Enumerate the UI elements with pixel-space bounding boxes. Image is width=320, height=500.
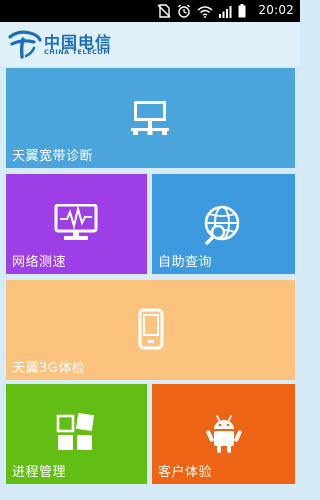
status-time: 20:02 — [258, 3, 294, 17]
status-icons — [157, 3, 246, 19]
battery-icon — [238, 4, 246, 18]
tile-label: 进程管理 — [12, 465, 67, 480]
tile-broadband-diagnosis[interactable]: 天翼宽带诊断 — [6, 68, 295, 168]
china-telecom-logo: 中国电信 CHINA TELECOM — [8, 29, 118, 59]
phone-icon — [138, 308, 164, 350]
windows-icon — [56, 412, 95, 450]
alarm-icon — [177, 4, 191, 18]
tile-label: 天翼宽带诊断 — [12, 149, 94, 164]
app-header: 中国电信 CHINA TELECOM — [0, 22, 300, 66]
tile-label: 自助查询 — [158, 255, 213, 270]
wifi-icon — [197, 5, 213, 18]
globe-search-icon — [204, 205, 240, 245]
tile-3g-checkup[interactable]: 天翼3G体检 — [6, 280, 295, 380]
speed-monitor-icon — [54, 204, 98, 240]
android-icon — [206, 415, 242, 453]
tile-process-management[interactable]: 进程管理 — [6, 384, 147, 484]
brand-name-en: CHINA TELECOM — [44, 48, 111, 56]
tile-network-speed[interactable]: 网络测速 — [6, 174, 147, 274]
network-monitor-icon — [131, 101, 169, 135]
tile-label: 天翼3G体检 — [12, 361, 86, 376]
tile-label: 客户体验 — [158, 465, 213, 480]
telecom-logo-icon — [8, 30, 42, 59]
tile-label: 网络测速 — [12, 255, 67, 270]
status-bar: 20:02 — [0, 0, 300, 22]
no-sim-icon — [157, 4, 171, 18]
tile-self-query[interactable]: 自助查询 — [152, 174, 295, 274]
signal-icon — [219, 5, 232, 18]
tile-customer-experience[interactable]: 客户体验 — [152, 384, 295, 484]
